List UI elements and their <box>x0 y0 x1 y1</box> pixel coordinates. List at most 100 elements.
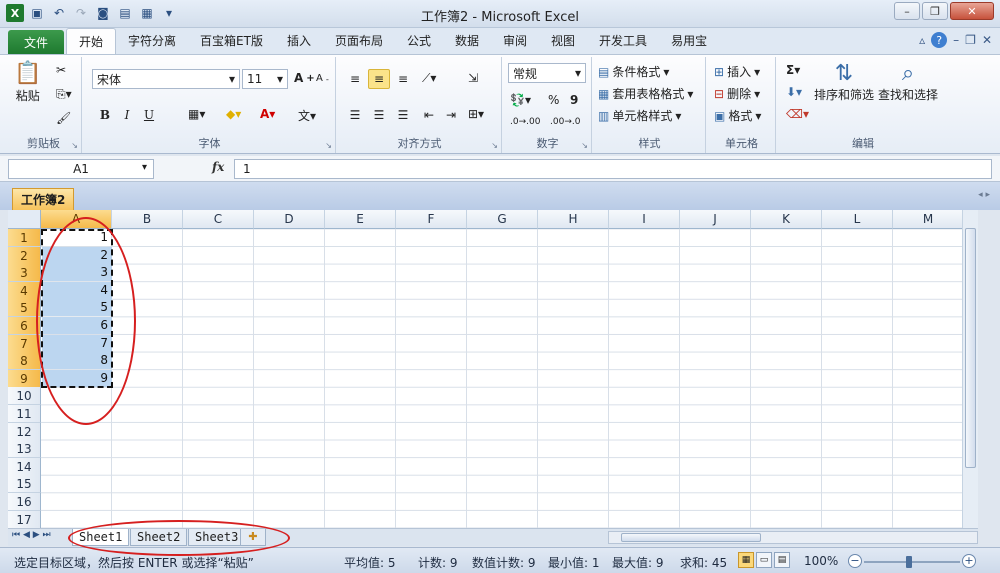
tab-view[interactable]: 视图 <box>539 28 587 54</box>
border-icon[interactable]: ▦▾ <box>188 107 205 121</box>
row-header-9[interactable]: 9 <box>8 369 41 388</box>
page-break-view-icon[interactable]: ▤ <box>774 552 790 568</box>
tab-formulas[interactable]: 公式 <box>395 28 443 54</box>
row-header-13[interactable]: 13 <box>8 440 41 459</box>
horizontal-scroll-thumb[interactable] <box>621 533 761 542</box>
workbook-tab[interactable]: 工作簿2 <box>12 188 75 210</box>
fill-icon[interactable]: ⬇▾ <box>786 85 802 99</box>
column-header-c[interactable]: C <box>183 210 254 229</box>
paste-button[interactable]: 📋 粘贴 <box>14 61 41 104</box>
format-cells-button[interactable]: ▣ 格式 ▾ <box>714 107 761 124</box>
italic-button[interactable]: I <box>116 105 138 125</box>
tab-developer[interactable]: 开发工具 <box>587 28 659 54</box>
column-header-a[interactable]: A <box>41 210 112 229</box>
workbook-nav-arrows-icon[interactable]: ◂ ▸ <box>978 190 990 200</box>
bold-button[interactable]: B <box>94 105 116 125</box>
close-button[interactable]: ✕ <box>950 2 994 20</box>
insert-cells-button[interactable]: ⊞ 插入 ▾ <box>714 63 760 80</box>
increase-decimal-icon[interactable]: .0→.00 <box>510 117 540 127</box>
copy-icon[interactable]: ⎘▾ <box>56 87 72 102</box>
column-header-h[interactable]: H <box>538 210 609 229</box>
column-header-k[interactable]: K <box>751 210 822 229</box>
insert-sheet-icon[interactable]: ✚ <box>240 529 266 546</box>
zoom-knob[interactable] <box>906 556 912 568</box>
row-header-1[interactable]: 1 <box>8 229 41 247</box>
column-header-j[interactable]: J <box>680 210 751 229</box>
workbook-close-icon[interactable]: ✕ <box>982 33 992 47</box>
row-header-11[interactable]: 11 <box>8 405 41 423</box>
wrap-text-icon[interactable]: ⇲ <box>468 71 478 85</box>
workbook-restore-icon[interactable]: ❐ <box>965 33 976 47</box>
tab-file[interactable]: 文件 <box>8 30 64 54</box>
fill-color-icon[interactable]: ◆▾ <box>226 107 241 121</box>
currency-icon[interactable]: 💱▾ <box>510 93 531 107</box>
zoom-in-icon[interactable]: + <box>962 554 976 568</box>
column-header-g[interactable]: G <box>467 210 538 229</box>
spreadsheet-grid[interactable]: ABCDEFGHIJKLM 1 2 3 4 5 6 7 8 9 10 11 12 13 14 15 16 17 … <box>8 210 978 528</box>
row-header-4[interactable]: 4 <box>8 281 41 300</box>
clipboard-launcher-icon[interactable]: ↘ <box>71 141 78 150</box>
insert-function-button[interactable]: fx <box>212 160 224 174</box>
row-header-10[interactable]: 10 <box>8 387 41 406</box>
font-launcher-icon[interactable]: ↘ <box>325 141 332 150</box>
align-center-icon[interactable]: ☰ <box>368 105 390 125</box>
autosum-icon[interactable]: Σ▾ <box>786 63 800 77</box>
tab-home[interactable]: 开始 <box>66 28 117 54</box>
row-header-12[interactable]: 12 <box>8 422 41 441</box>
conditional-format-button[interactable]: ▤ 条件格式 ▾ <box>598 63 669 80</box>
orientation-icon[interactable]: ⟋▾ <box>422 71 436 86</box>
tab-char-split[interactable]: 字符分离 <box>116 28 188 54</box>
format-as-table-button[interactable]: ▦ 套用表格格式 ▾ <box>598 85 693 102</box>
column-header-e[interactable]: E <box>325 210 396 229</box>
tab-page-layout[interactable]: 页面布局 <box>323 28 395 54</box>
increase-indent-icon[interactable]: ⇥ <box>440 105 462 125</box>
align-bottom-icon[interactable]: ≡ <box>392 69 414 89</box>
formula-input[interactable]: 1 <box>234 159 992 179</box>
zoom-level[interactable]: 100% <box>804 554 838 568</box>
cut-icon[interactable]: ✂ <box>56 63 66 77</box>
delete-cells-button[interactable]: ⊟ 删除 ▾ <box>714 85 760 102</box>
sheet-tab-3[interactable]: Sheet3 <box>188 529 246 546</box>
row-header-3[interactable]: 3 <box>8 264 41 283</box>
sheet-nav-arrows-icon[interactable]: ⏮ ◀ ▶ ⏭ <box>12 530 51 540</box>
restore-button[interactable]: ❐ <box>922 2 948 20</box>
underline-button[interactable]: U <box>138 105 160 125</box>
tab-review[interactable]: 审阅 <box>491 28 539 54</box>
font-color-icon[interactable]: A▾ <box>260 107 275 121</box>
row-header-8[interactable]: 8 <box>8 352 41 371</box>
clear-icon[interactable]: ⌫▾ <box>786 107 809 121</box>
cell-styles-button[interactable]: ▥ 单元格样式 ▾ <box>598 107 681 124</box>
row-header-16[interactable]: 16 <box>8 493 41 511</box>
name-box[interactable]: A1 <box>8 159 154 179</box>
select-all-corner[interactable] <box>8 210 41 229</box>
vertical-scroll-thumb[interactable] <box>965 228 976 468</box>
format-painter-icon[interactable]: 🖌 <box>56 111 71 125</box>
sheet-tab-2[interactable]: Sheet2 <box>130 529 188 546</box>
horizontal-scrollbar[interactable] <box>608 531 978 544</box>
row-header-5[interactable]: 5 <box>8 299 41 318</box>
tab-data[interactable]: 数据 <box>443 28 491 54</box>
row-header-6[interactable]: 6 <box>8 317 41 335</box>
decrease-indent-icon[interactable]: ⇤ <box>418 105 440 125</box>
percent-button[interactable]: % <box>548 93 559 107</box>
minimize-button[interactable]: – <box>894 2 920 20</box>
tab-baibaoxiang[interactable]: 百宝箱ET版 <box>188 28 275 54</box>
align-left-icon[interactable]: ☰ <box>344 105 366 125</box>
phonetic-icon[interactable]: 文▾ <box>298 107 316 124</box>
number-launcher-icon[interactable]: ↘ <box>581 141 588 150</box>
column-header-d[interactable]: D <box>254 210 325 229</box>
shrink-font-icon[interactable]: A- <box>316 73 329 84</box>
sort-filter-button[interactable]: ⇅ 排序和筛选 <box>814 61 874 103</box>
column-header-m[interactable]: M <box>893 210 964 229</box>
chevron-down-icon[interactable]: ▾ <box>142 162 147 173</box>
find-select-button[interactable]: ⌕ 查找和选择 <box>878 61 938 103</box>
font-size-select[interactable]: 11 ▾ <box>242 69 288 89</box>
row-header-2[interactable]: 2 <box>8 246 41 265</box>
grow-font-icon[interactable]: A + <box>294 71 315 85</box>
tab-yiyongbao[interactable]: 易用宝 <box>659 28 719 54</box>
merge-center-icon[interactable]: ⊞▾ <box>468 107 484 121</box>
zoom-out-icon[interactable]: − <box>848 554 862 568</box>
decrease-decimal-icon[interactable]: .00→.0 <box>550 117 580 127</box>
minimize-ribbon-icon[interactable]: ▵ <box>919 33 925 47</box>
row-header-17[interactable]: 17 <box>8 510 41 528</box>
